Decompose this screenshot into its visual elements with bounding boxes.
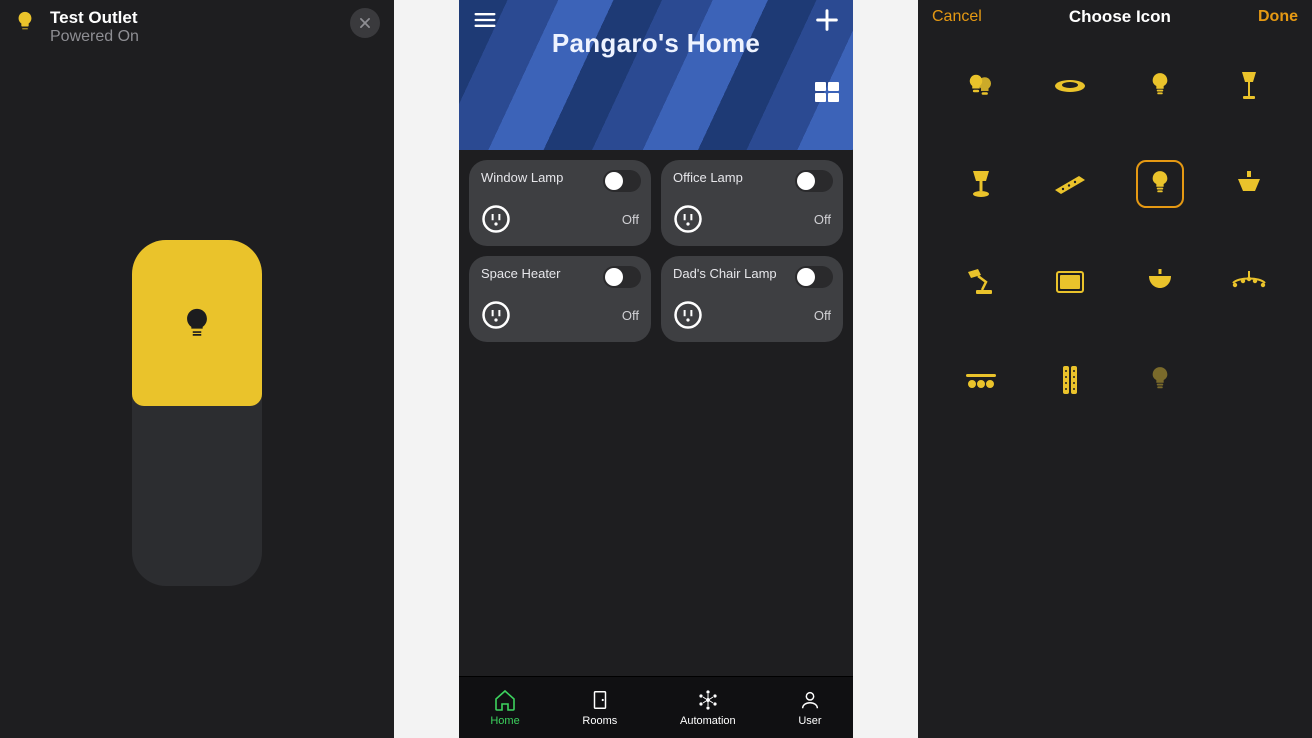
modal-title: Choose Icon: [1069, 7, 1171, 27]
tab-automation[interactable]: Automation: [680, 688, 736, 727]
accessory-tile[interactable]: Space Heater Off: [469, 256, 651, 342]
table-lamp-icon[interactable]: [957, 160, 1005, 208]
tab-home[interactable]: Home: [490, 688, 519, 727]
accessory-tile[interactable]: Window Lamp Off: [469, 160, 651, 246]
tab-label: Automation: [680, 715, 736, 727]
tab-bar: Home Rooms Automation User: [459, 676, 853, 738]
accessory-tile[interactable]: Office Lamp Off: [661, 160, 843, 246]
close-button[interactable]: [350, 8, 380, 38]
detail-header: Test Outlet Powered On: [0, 0, 394, 46]
screen-choose-icon: Cancel Choose Icon Done: [918, 0, 1312, 738]
door-icon: [589, 688, 611, 712]
outlet-icon: [481, 300, 511, 330]
accessory-tile[interactable]: Dad's Chair Lamp Off: [661, 256, 843, 342]
light-bar-icon[interactable]: [1046, 356, 1094, 404]
tile-state: Off: [814, 212, 831, 227]
disc-light-icon[interactable]: [1046, 62, 1094, 110]
tab-label: Rooms: [582, 715, 617, 727]
light-strip-icon[interactable]: [1046, 160, 1094, 208]
home-wallpaper: Pangaro's Home: [459, 0, 853, 150]
power-toggle[interactable]: [795, 266, 833, 288]
tile-state: Off: [622, 212, 639, 227]
device-status: Powered On: [50, 28, 336, 46]
ceiling-round-icon[interactable]: [1225, 160, 1273, 208]
tab-user[interactable]: User: [798, 688, 821, 727]
icon-grid: [918, 34, 1312, 432]
modal-header: Cancel Choose Icon Done: [918, 0, 1312, 34]
toggle-knob: [605, 268, 623, 286]
screen-accessory-detail: Test Outlet Powered On: [0, 0, 394, 738]
grid-icon: [815, 82, 839, 102]
track-lights-icon[interactable]: [957, 356, 1005, 404]
power-toggle[interactable]: [795, 170, 833, 192]
automation-icon: [695, 688, 721, 712]
close-icon: [358, 16, 372, 30]
brightness-fill: [132, 240, 262, 406]
lightbulb-icon: [180, 306, 214, 340]
toggle-knob: [605, 172, 623, 190]
chandelier-icon[interactable]: [1225, 258, 1273, 306]
tab-label: User: [798, 715, 821, 727]
cancel-button[interactable]: Cancel: [932, 8, 982, 26]
home-name: Pangaro's Home: [459, 28, 853, 59]
light-panel-icon[interactable]: [1046, 258, 1094, 306]
layout-toggle-button[interactable]: [815, 82, 839, 102]
outlet-icon: [673, 300, 703, 330]
outlet-icon: [673, 204, 703, 234]
screen-home: Pangaro's Home Window Lamp Off Office La…: [459, 0, 853, 738]
bulb-pair-icon[interactable]: [957, 62, 1005, 110]
accessory-tiles: Window Lamp Off Office Lamp Off Space He…: [459, 150, 853, 352]
bulb-dim-icon[interactable]: [1136, 356, 1184, 404]
outlet-icon: [481, 204, 511, 234]
power-toggle[interactable]: [603, 170, 641, 192]
pendant-icon[interactable]: [1136, 258, 1184, 306]
lightbulb-icon: [14, 10, 36, 32]
tab-label: Home: [490, 715, 519, 727]
tab-rooms[interactable]: Rooms: [582, 688, 617, 727]
desk-lamp-icon[interactable]: [957, 258, 1005, 306]
toggle-knob: [797, 172, 815, 190]
tile-state: Off: [814, 308, 831, 323]
tile-state: Off: [622, 308, 639, 323]
bulb-outline-icon[interactable]: [1136, 160, 1184, 208]
bulb-icon[interactable]: [1136, 62, 1184, 110]
power-toggle[interactable]: [603, 266, 641, 288]
device-name: Test Outlet: [50, 8, 336, 28]
user-icon: [799, 688, 821, 712]
home-icon: [492, 688, 518, 712]
toggle-knob: [797, 268, 815, 286]
floor-lamp-icon[interactable]: [1225, 62, 1273, 110]
done-button[interactable]: Done: [1258, 8, 1298, 26]
brightness-slider[interactable]: [132, 240, 262, 586]
